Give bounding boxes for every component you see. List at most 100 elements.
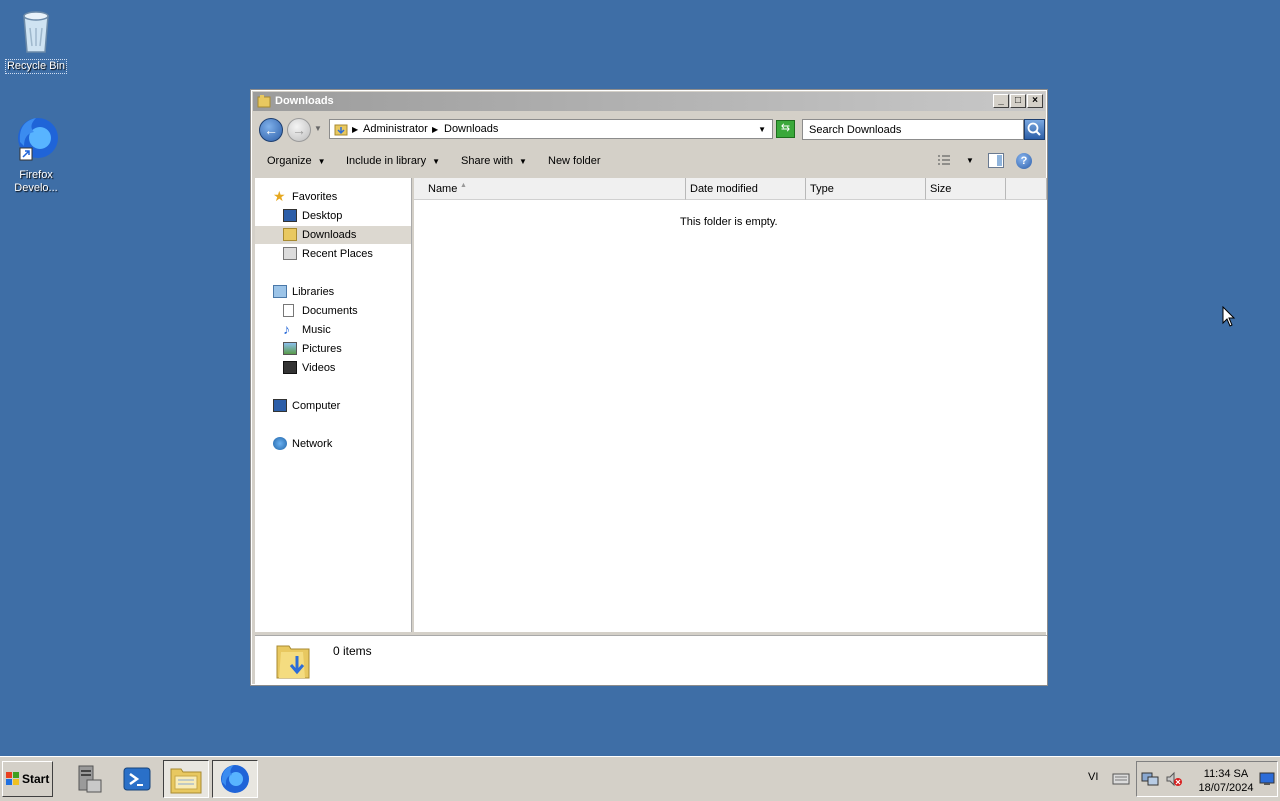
nav-desktop[interactable]: Desktop [283,207,409,225]
downloads-folder-large-icon [276,645,310,679]
search-placeholder: Search Downloads [809,124,902,136]
view-options-dropdown-icon[interactable]: ▼ [966,156,974,165]
nav-libraries[interactable]: Libraries [273,283,409,301]
address-dropdown-icon[interactable]: ▼ [758,125,766,134]
address-bar[interactable]: ▶ Administrator ▶ Downloads ▼ [329,119,773,139]
column-header-date-modified[interactable]: Date modified [686,178,806,200]
system-tray: 11:34 SA 18/07/2024 [1136,761,1278,797]
share-with-button[interactable]: Share with ▼ [461,155,527,167]
preview-pane-button[interactable] [988,153,1004,168]
firefox-icon [18,118,58,161]
breadcrumb-separator-icon[interactable]: ▶ [352,125,358,134]
title-bar[interactable]: Downloads _ □ × [253,92,1045,111]
taskbar-windows-explorer[interactable] [163,760,209,798]
nav-computer[interactable]: Computer [273,397,409,415]
pictures-icon [283,342,297,355]
nav-favorites[interactable]: ★ Favorites [273,188,409,206]
network-status-icon[interactable] [1141,771,1159,787]
forward-arrow-icon: → [292,122,306,138]
firefox-icon [221,765,249,793]
include-in-library-button[interactable]: Include in library ▼ [346,155,440,167]
keyboard-icon[interactable] [1112,771,1130,785]
powershell-icon [123,767,151,791]
start-button[interactable]: Start [2,761,53,797]
item-count: 0 items [333,644,372,658]
volume-muted-icon[interactable] [1165,771,1183,787]
navigation-bar: ← → ▼ ▶ Administrator ▶ Downloads ▼ ⇆ Se… [253,114,1045,144]
breadcrumb-separator-icon[interactable]: ▶ [432,125,438,134]
search-button[interactable] [1024,119,1045,140]
organize-button[interactable]: Organize ▼ [267,155,326,167]
column-header-type[interactable]: Type [806,178,926,200]
nav-recent-places[interactable]: Recent Places [283,245,409,263]
explorer-window: Downloads _ □ × ← → ▼ ▶ Administrator ▶ … [250,89,1048,686]
mouse-cursor-icon [1222,306,1236,327]
taskbar: Start VI 11:34 SA 18/07/2024 [0,756,1280,801]
help-button[interactable]: ? [1016,153,1032,169]
refresh-icon: ⇆ [780,122,791,134]
column-header-name[interactable]: Name ▲ [414,178,686,200]
command-bar: Organize ▼ Include in library ▼ Share with… [253,146,1045,176]
help-icon: ? [1020,155,1028,167]
details-view-icon [938,155,950,165]
server-manager-icon [78,765,102,793]
change-view-button[interactable] [937,154,951,166]
computer-icon [273,399,287,412]
back-arrow-icon: ← [264,122,278,138]
refresh-button[interactable]: ⇆ [776,120,795,138]
back-button[interactable]: ← [259,118,283,142]
sort-ascending-icon: ▲ [460,182,467,189]
firefox-desktop-icon[interactable]: Firefox Develo... [4,112,68,195]
taskbar-firefox[interactable] [212,760,258,798]
recent-places-icon [283,247,297,260]
taskbar-powershell[interactable] [114,760,160,798]
downloads-folder-icon [283,228,297,241]
recent-pages-chevron-icon[interactable]: ▼ [314,124,322,133]
window-title: Downloads [275,95,334,107]
search-input[interactable]: Search Downloads [802,119,1024,140]
forward-button[interactable]: → [287,118,311,142]
search-icon [1027,122,1041,136]
libraries-icon [273,285,287,298]
recycle-bin-desktop-icon[interactable]: Recycle Bin [4,6,68,74]
folder-icon [257,95,271,108]
nav-videos[interactable]: Videos [283,359,409,377]
clock-date: 18/07/2024 [1198,782,1254,794]
nav-pictures[interactable]: Pictures [283,340,409,358]
breadcrumb-administrator[interactable]: Administrator [363,123,428,135]
videos-icon [283,361,297,374]
show-desktop-icon[interactable] [1259,772,1275,786]
network-icon [273,437,287,450]
new-folder-button[interactable]: New folder [548,155,601,167]
desktop-icon [283,209,297,222]
star-icon: ★ [273,188,286,204]
windows-logo-icon [6,772,19,785]
recycle-bin-icon [23,11,49,53]
firefox-label-line1: Firefox [19,169,53,181]
details-pane: 0 items [255,635,1047,684]
maximize-button[interactable]: □ [1010,94,1026,108]
firefox-label-line2: Develo... [14,182,58,194]
minimize-button[interactable]: _ [993,94,1009,108]
nav-documents[interactable]: Documents [283,302,409,320]
recycle-bin-label: Recycle Bin [4,59,68,74]
taskbar-server-manager[interactable] [65,760,111,798]
preview-pane-icon [997,155,1002,166]
file-list[interactable]: Name ▲ Date modified Type Size This fold… [414,178,1047,632]
folder-icon [334,124,348,136]
empty-folder-message: This folder is empty. [680,216,778,228]
breadcrumb-downloads[interactable]: Downloads [444,123,498,135]
nav-network[interactable]: Network [273,435,409,453]
clock[interactable]: 11:34 SA 18/07/2024 [1195,767,1257,795]
close-button[interactable]: × [1027,94,1043,108]
navigation-pane: ★ Favorites Desktop Downloads Recent Pla… [255,178,412,632]
language-indicator[interactable]: VI [1088,771,1098,783]
documents-icon [283,304,294,317]
nav-downloads[interactable]: Downloads [255,226,411,244]
column-header-size[interactable]: Size [926,178,1006,200]
clock-time: 11:34 SA [1203,768,1249,780]
nav-music[interactable]: ♪ Music [283,321,409,339]
music-icon: ♪ [283,321,290,337]
windows-explorer-icon [170,768,202,794]
column-header-filler [1006,178,1047,200]
